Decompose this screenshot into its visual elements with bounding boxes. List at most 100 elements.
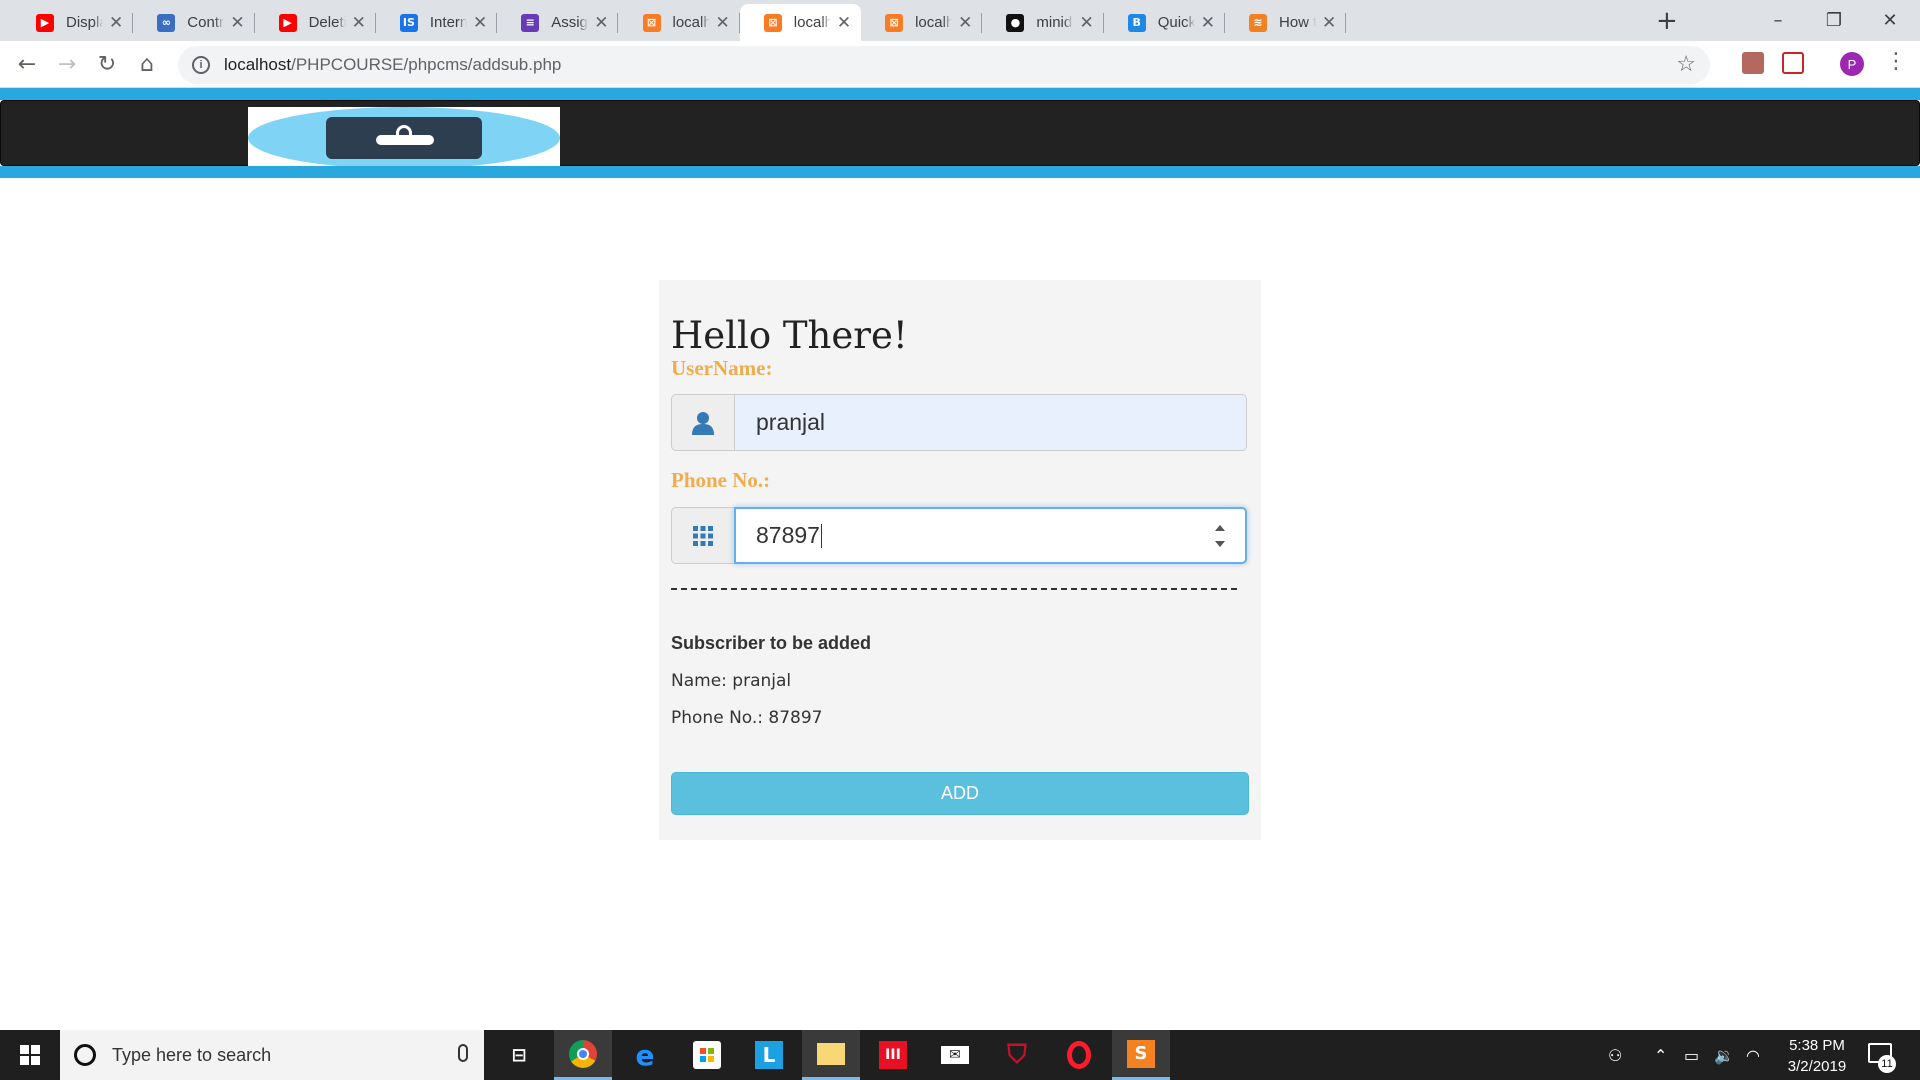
github-icon: ● bbox=[1006, 13, 1025, 32]
xampp-icon: ⊠ bbox=[763, 13, 782, 32]
tab-title: localhost/ bbox=[793, 14, 831, 31]
wifi-icon[interactable]: ◠ bbox=[1746, 1030, 1760, 1080]
spinner-up-icon[interactable] bbox=[1215, 525, 1225, 531]
phone-value: 87897 bbox=[756, 522, 820, 548]
forward-icon[interactable]: → bbox=[52, 49, 82, 79]
tab-separator bbox=[1345, 13, 1347, 33]
minimize-button[interactable]: – bbox=[1750, 0, 1806, 40]
tab-title: Deleting a bbox=[308, 14, 346, 31]
store-taskbar-icon[interactable] bbox=[678, 1030, 736, 1080]
browser-tab[interactable]: ⊠ localhost/ ✕ bbox=[619, 4, 740, 41]
phone-input-group: 87897 bbox=[671, 507, 1247, 564]
edge-taskbar-icon[interactable]: e bbox=[616, 1030, 674, 1080]
xampp-icon: ⊠ bbox=[642, 13, 661, 32]
browser-tab[interactable]: ▶ Deleting a ✕ bbox=[255, 4, 376, 41]
summary-title: Subscriber to be added bbox=[671, 633, 872, 653]
pocket-extension-icon[interactable] bbox=[1782, 52, 1804, 74]
tab-title: minidirect bbox=[1036, 14, 1073, 31]
tab-title: Assignmen bbox=[551, 14, 588, 31]
summary-phone: Phone No.: 87897 bbox=[671, 708, 823, 728]
profile-avatar[interactable]: P bbox=[1840, 52, 1864, 76]
file-explorer-taskbar-icon[interactable] bbox=[802, 1030, 860, 1080]
logo-handset bbox=[376, 135, 434, 145]
browser-tab[interactable]: ≋ How to up ✕ bbox=[1225, 4, 1347, 41]
microphone-icon[interactable] bbox=[458, 1044, 468, 1062]
browser-tab[interactable]: B Quick Star ✕ bbox=[1104, 4, 1225, 41]
tab-close-icon[interactable]: ✕ bbox=[230, 13, 244, 33]
divider bbox=[671, 588, 1237, 590]
tab-close-icon[interactable]: ✕ bbox=[1201, 13, 1215, 33]
home-icon[interactable]: ⌂ bbox=[132, 49, 162, 79]
summary-name: Name: pranjal bbox=[671, 671, 792, 691]
tab-close-icon[interactable]: ✕ bbox=[352, 13, 366, 33]
battery-icon[interactable]: ▭ bbox=[1684, 1030, 1699, 1080]
launcher-taskbar-icon[interactable]: L bbox=[740, 1030, 798, 1080]
tab-title: Displaying bbox=[66, 14, 103, 31]
stackoverflow-icon: ≋ bbox=[1249, 13, 1267, 32]
keypad-icon bbox=[671, 507, 735, 564]
xampp-icon: ⊠ bbox=[885, 13, 904, 32]
address-bar[interactable]: i localhost/PHPCOURSE/phpcms/addsub.php … bbox=[178, 46, 1710, 84]
close-window-button[interactable]: ✕ bbox=[1862, 0, 1918, 40]
browser-tab[interactable]: IS Internship ✕ bbox=[376, 4, 498, 41]
chrome-taskbar-icon[interactable] bbox=[554, 1030, 612, 1080]
browser-tab[interactable]: ∞ Control St ✕ bbox=[133, 4, 255, 41]
new-tab-button[interactable]: + bbox=[1656, 6, 1678, 36]
spinner-down-icon[interactable] bbox=[1215, 541, 1225, 547]
add-button[interactable]: ADD bbox=[671, 772, 1249, 815]
pdf-extension-icon[interactable] bbox=[1742, 52, 1764, 74]
taskbar-search-box[interactable]: Type here to search bbox=[60, 1030, 484, 1080]
text-caret bbox=[820, 523, 822, 548]
sublime-taskbar-icon[interactable]: S bbox=[1112, 1030, 1170, 1080]
browser-tab[interactable]: ≡ Assignmen ✕ bbox=[497, 4, 619, 41]
volume-icon[interactable]: 🔉 bbox=[1714, 1030, 1734, 1080]
username-input-group: pranjal bbox=[671, 394, 1247, 451]
task-view-icon[interactable]: ⊟ bbox=[490, 1030, 548, 1080]
tab-close-icon[interactable]: ✕ bbox=[1079, 13, 1093, 33]
tab-close-icon[interactable]: ✕ bbox=[473, 13, 487, 33]
site-info-icon[interactable]: i bbox=[192, 56, 210, 74]
tab-close-icon[interactable]: ✕ bbox=[109, 13, 123, 33]
site-logo[interactable] bbox=[248, 107, 560, 169]
reload-icon[interactable]: ↻ bbox=[92, 49, 122, 79]
windows-taskbar: Type here to search ⊟ e L III ✉ ⛉ S ⚇ ⌃ … bbox=[0, 1030, 1920, 1080]
mcafee-taskbar-icon[interactable]: ⛉ bbox=[988, 1030, 1046, 1080]
tab-close-icon[interactable]: ✕ bbox=[594, 13, 608, 33]
back-icon[interactable]: ← bbox=[12, 49, 42, 79]
username-field[interactable]: pranjal bbox=[734, 394, 1247, 451]
user-icon bbox=[671, 394, 735, 451]
tab-close-icon[interactable]: ✕ bbox=[1322, 13, 1336, 33]
url-text[interactable]: localhost/PHPCOURSE/phpcms/addsub.php bbox=[224, 55, 561, 75]
system-clock[interactable]: 5:38 PM 3/2/2019 bbox=[1772, 1035, 1862, 1077]
tab-title: localhost/ bbox=[915, 14, 953, 31]
browser-tab[interactable]: ▶ Displaying ✕ bbox=[12, 4, 134, 41]
maximize-button[interactable]: ❐ bbox=[1806, 0, 1862, 40]
mail-taskbar-icon[interactable]: ✉ bbox=[926, 1030, 984, 1080]
search-placeholder: Type here to search bbox=[112, 1044, 272, 1065]
header-bottom-line bbox=[0, 166, 1920, 178]
browser-tab-strip: + – ❐ ✕ ▶ Displaying ✕ ∞ Control St ✕ ▶ Deletin… bbox=[0, 0, 1920, 41]
show-hidden-icons[interactable]: ⌃ bbox=[1654, 1030, 1667, 1080]
clock-date: 3/2/2019 bbox=[1787, 1058, 1847, 1075]
tab-close-icon[interactable]: ✕ bbox=[837, 13, 851, 33]
bookmark-star-icon[interactable]: ☆ bbox=[1676, 52, 1696, 77]
number-spinner[interactable] bbox=[1215, 525, 1227, 547]
windows-logo-icon bbox=[20, 1045, 40, 1065]
browser-menu-icon[interactable]: ⋮ bbox=[1885, 49, 1907, 74]
clock-time: 5:38 PM bbox=[1789, 1037, 1845, 1054]
add-subscriber-form: Hello There! UserName: pranjal Phone No.… bbox=[659, 280, 1261, 840]
opera-taskbar-icon[interactable] bbox=[1050, 1030, 1108, 1080]
forms-icon: ≡ bbox=[521, 13, 540, 32]
cortana-icon bbox=[74, 1044, 96, 1066]
tab-close-icon[interactable]: ✕ bbox=[958, 13, 972, 33]
tab-title: Control St bbox=[187, 14, 224, 31]
phone-field[interactable]: 87897 bbox=[734, 507, 1247, 564]
people-icon[interactable]: ⚇ bbox=[1608, 1030, 1622, 1080]
tab-close-icon[interactable]: ✕ bbox=[716, 13, 730, 33]
browser-tab[interactable]: ⊠ localhost/ ✕ bbox=[739, 4, 862, 41]
tab-title: Quick Star bbox=[1157, 14, 1195, 31]
browser-tab[interactable]: ● minidirect ✕ bbox=[982, 4, 1104, 41]
start-button[interactable] bbox=[0, 1030, 60, 1080]
office-taskbar-icon[interactable]: III bbox=[864, 1030, 922, 1080]
browser-tab[interactable]: ⊠ localhost/ ✕ bbox=[861, 4, 983, 41]
